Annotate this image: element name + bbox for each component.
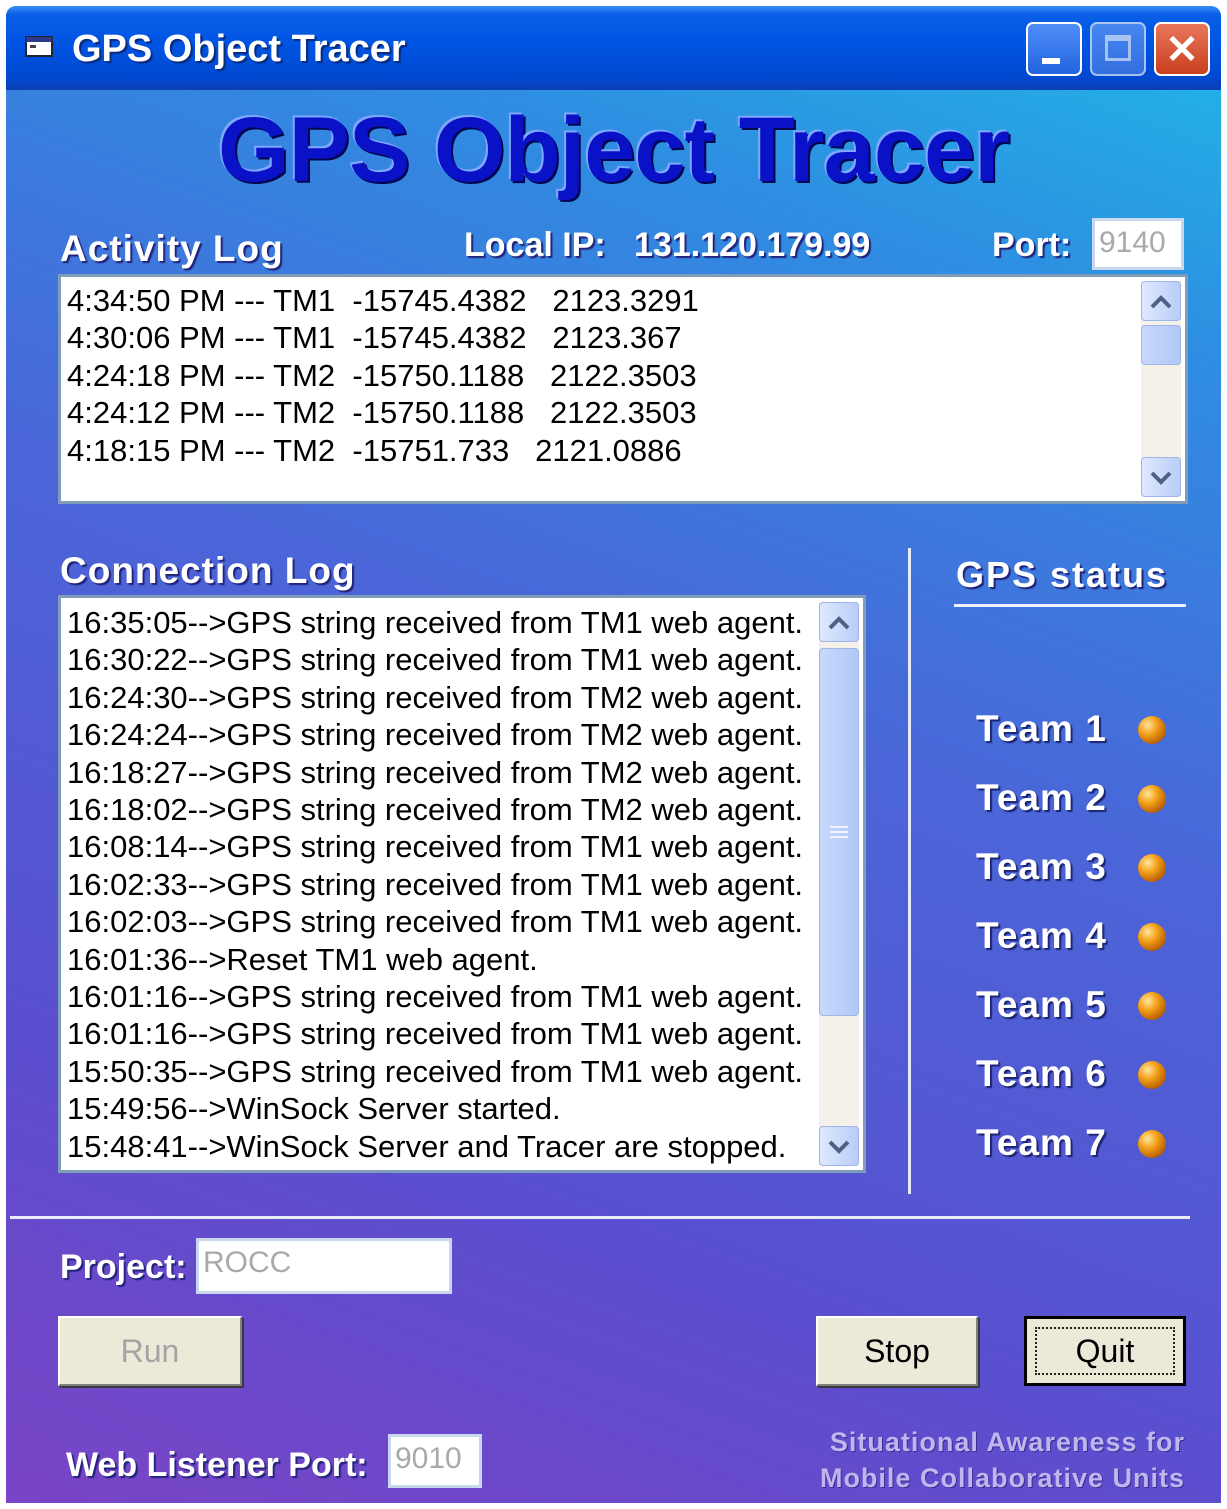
activity-log-entry[interactable]: 4:34:50 PM --- TM1 -15745.4382 2123.3291 <box>61 282 1185 319</box>
team-status-row: Team 2 <box>976 777 1186 825</box>
status-indicator-icon <box>1138 1061 1166 1089</box>
web-listener-port-label: Web Listener Port: <box>66 1446 368 1484</box>
chevron-down-icon <box>828 1140 850 1154</box>
maximize-icon <box>1105 35 1131 61</box>
web-listener-port-field[interactable]: 9010 <box>388 1434 482 1488</box>
connection-log-entry[interactable]: 16:01:16-->GPS string received from TM1 … <box>61 978 863 1015</box>
footer-text: Situational Awareness for Mobile Collabo… <box>820 1424 1185 1496</box>
connection-log-entry[interactable]: 16:30:22-->GPS string received from TM1 … <box>61 641 863 678</box>
status-indicator-icon <box>1138 716 1166 744</box>
vertical-divider <box>908 548 911 1194</box>
connection-log-entry[interactable]: 16:35:05-->GPS string received from TM1 … <box>61 604 863 641</box>
activity-log-entry[interactable]: 4:24:12 PM --- TM2 -15750.1188 2122.3503 <box>61 394 1185 431</box>
activity-log-entry[interactable]: 4:30:06 PM --- TM1 -15745.4382 2123.367 <box>61 319 1185 356</box>
scroll-down-button[interactable] <box>819 1126 859 1166</box>
local-ip-value: 131.120.179.99 <box>634 226 871 264</box>
team-label: Team 7 <box>976 1122 1107 1163</box>
team-label: Team 5 <box>976 984 1107 1025</box>
quit-button[interactable]: Quit <box>1024 1316 1186 1386</box>
activity-log-entry[interactable]: 4:24:18 PM --- TM2 -15750.1188 2122.3503 <box>61 357 1185 394</box>
connection-log-entry[interactable]: 16:18:02-->GPS string received from TM2 … <box>61 791 863 828</box>
activity-log-list[interactable]: 4:34:50 PM --- TM1 -15745.4382 2123.3291… <box>58 274 1188 504</box>
status-indicator-icon <box>1138 923 1166 951</box>
chevron-down-icon <box>1150 471 1172 485</box>
team-status-row: Team 7 <box>976 1122 1186 1170</box>
app-banner-title: GPS Object Tracer <box>218 99 1010 201</box>
gps-status-underline <box>954 604 1186 607</box>
connection-log-list[interactable]: 16:35:05-->GPS string received from TM1 … <box>58 595 866 1173</box>
scroll-thumb[interactable] <box>1141 325 1181 365</box>
connection-log-entry[interactable]: 15:50:35-->GPS string received from TM1 … <box>61 1053 863 1090</box>
close-icon: ✕ <box>1165 28 1199 72</box>
scroll-up-button[interactable] <box>819 602 859 642</box>
activity-log-scrollbar[interactable] <box>1141 281 1181 497</box>
project-label: Project: <box>60 1248 187 1286</box>
title-bar[interactable]: GPS Object Tracer ✕ <box>6 6 1221 90</box>
scroll-down-button[interactable] <box>1141 457 1181 497</box>
connection-log-entry[interactable]: 16:24:30-->GPS string received from TM2 … <box>61 679 863 716</box>
stop-button[interactable]: Stop <box>816 1316 978 1386</box>
team-status-row: Team 4 <box>976 915 1186 963</box>
port-field[interactable]: 9140 <box>1092 218 1184 270</box>
connection-log-entry[interactable]: 15:49:56-->WinSock Server started. <box>61 1090 863 1127</box>
horizontal-divider <box>10 1216 1190 1219</box>
focus-rectangle <box>1035 1327 1175 1375</box>
connection-log-label: Connection Log <box>60 550 356 591</box>
team-status-row: Team 6 <box>976 1053 1186 1101</box>
connection-log-entry[interactable]: 16:02:33-->GPS string received from TM1 … <box>61 866 863 903</box>
maximize-button[interactable] <box>1090 22 1146 76</box>
app-window: GPS Object Tracer ✕ GPS Object Tracer Ac… <box>6 6 1221 1503</box>
connection-log-entry[interactable]: 16:01:36-->Reset TM1 web agent. <box>61 941 863 978</box>
run-button[interactable]: Run <box>58 1316 242 1386</box>
minimize-icon <box>1042 58 1060 64</box>
connection-log-entry[interactable]: 15:48:41-->WinSock Server and Tracer are… <box>61 1128 863 1165</box>
project-field[interactable]: ROCC <box>196 1238 452 1294</box>
grip-icon <box>830 826 848 838</box>
status-indicator-icon <box>1138 854 1166 882</box>
team-status-row: Team 3 <box>976 846 1186 894</box>
app-window-icon <box>25 36 53 57</box>
scroll-up-button[interactable] <box>1141 281 1181 321</box>
gps-status-label: GPS status <box>956 554 1169 595</box>
connection-log-entry[interactable]: 16:24:24-->GPS string received from TM2 … <box>61 716 863 753</box>
minimize-button[interactable] <box>1026 22 1082 76</box>
chevron-up-icon <box>1150 295 1172 309</box>
team-status-row: Team 5 <box>976 984 1186 1032</box>
footer-line-2: Mobile Collaborative Units <box>819 1463 1185 1493</box>
connection-log-entry[interactable]: 16:02:03-->GPS string received from TM1 … <box>61 903 863 940</box>
activity-log-label: Activity Log <box>60 228 284 269</box>
status-indicator-icon <box>1138 992 1166 1020</box>
status-indicator-icon <box>1138 1130 1166 1158</box>
team-label: Team 3 <box>976 846 1107 887</box>
activity-log-entry[interactable]: 4:18:15 PM --- TM2 -15751.733 2121.0886 <box>61 432 1185 469</box>
connection-log-entry[interactable]: 16:18:27-->GPS string received from TM2 … <box>61 754 863 791</box>
chevron-up-icon <box>828 616 850 630</box>
connection-log-entry[interactable]: 16:08:14-->GPS string received from TM1 … <box>61 828 863 865</box>
close-button[interactable]: ✕ <box>1154 22 1210 76</box>
team-status-row: Team 1 <box>976 708 1186 756</box>
team-label: Team 1 <box>976 708 1107 749</box>
status-indicator-icon <box>1138 785 1166 813</box>
connection-log-entry[interactable]: 16:01:16-->GPS string received from TM1 … <box>61 1015 863 1052</box>
window-title: GPS Object Tracer <box>72 28 406 70</box>
footer-line-1: Situational Awareness for <box>829 1427 1185 1457</box>
local-ip-label: Local IP: <box>464 226 606 264</box>
team-label: Team 2 <box>976 777 1107 818</box>
port-label: Port: <box>992 226 1072 264</box>
connection-log-scrollbar[interactable] <box>819 602 859 1166</box>
team-label: Team 4 <box>976 915 1107 956</box>
scroll-thumb[interactable] <box>819 648 859 1016</box>
team-label: Team 6 <box>976 1053 1107 1094</box>
